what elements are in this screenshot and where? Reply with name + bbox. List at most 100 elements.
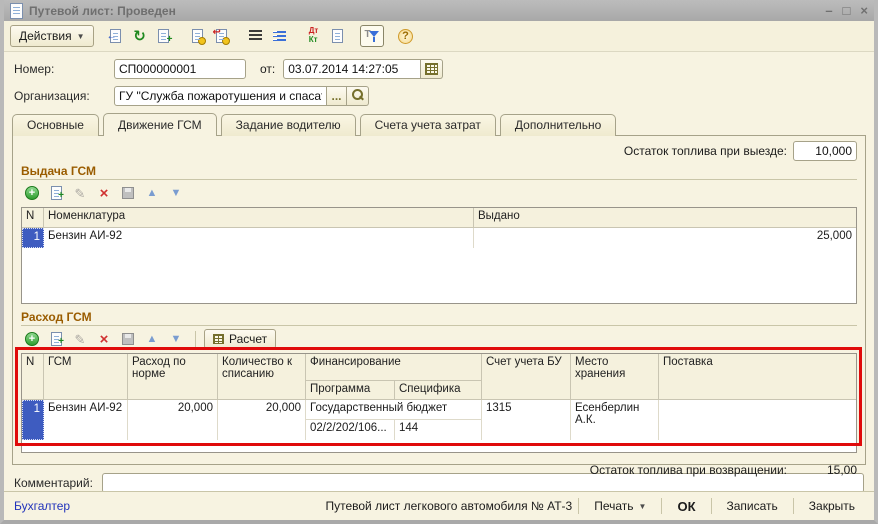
save-button[interactable]: Записать	[718, 499, 787, 513]
tab-osnovnye[interactable]: Основные	[12, 114, 99, 136]
issue-move-up-button[interactable]: ▲	[141, 183, 163, 203]
col-header-rate: Расход по норме	[128, 354, 218, 400]
print-button[interactable]: Печать ▼	[585, 499, 655, 513]
arrow-up-icon: ▲	[147, 334, 158, 345]
dt-kt-button[interactable]: Дт Кт	[302, 25, 326, 47]
delete-icon: ×	[100, 332, 109, 347]
plus-icon: +	[58, 191, 64, 201]
actions-label: Действия	[19, 29, 72, 43]
minimize-button[interactable]: –	[825, 4, 832, 17]
col-header-specifics: Специфика	[395, 381, 482, 400]
expense-copy-button[interactable]: +	[45, 329, 67, 349]
close-window-button[interactable]: Закрыть	[800, 499, 864, 513]
refresh-icon: ↻	[133, 29, 146, 44]
report-document-icon	[332, 29, 343, 43]
expense-edit-button[interactable]: ✎	[69, 329, 91, 349]
expense-move-down-button[interactable]: ▼	[165, 329, 187, 349]
search-icon	[351, 89, 364, 102]
organization-select-button[interactable]: ...	[327, 86, 347, 106]
tab-scheta-ucheta-zatrat[interactable]: Счета учета затрат	[360, 114, 496, 136]
coin-icon	[222, 37, 230, 45]
add-icon: +	[25, 186, 39, 200]
row-number-cell[interactable]: 1	[22, 400, 44, 440]
issue-edit-button[interactable]: ✎	[69, 183, 91, 203]
expense-end-edit-button[interactable]	[117, 329, 139, 349]
expense-move-up-button[interactable]: ▲	[141, 329, 163, 349]
reread-button[interactable]: ←	[104, 25, 128, 47]
cell-gsm[interactable]: Бензин АИ-92	[44, 400, 128, 440]
fuel-out-input[interactable]	[793, 141, 857, 161]
refresh-button[interactable]: ↻	[128, 25, 152, 47]
ok-button[interactable]: ОК	[668, 499, 704, 514]
cell-issued[interactable]: 25,000	[474, 228, 856, 248]
chevron-down-icon: ▼	[77, 32, 85, 41]
debit-credit-icon: Дт Кт	[309, 27, 319, 45]
issue-add-button[interactable]: +	[21, 183, 43, 203]
filter-funnel-icon: Т	[365, 29, 379, 43]
fuel-out-label: Остаток топлива при выезде:	[624, 144, 787, 158]
expense-delete-button[interactable]: ×	[93, 329, 115, 349]
organization-open-button[interactable]	[347, 86, 369, 106]
issue-table[interactable]: N Номенклатура Выдано 1 Бензин АИ-92 25,…	[21, 207, 857, 304]
issue-move-down-button[interactable]: ▼	[165, 183, 187, 203]
cell-writeoff[interactable]: 20,000	[218, 400, 306, 440]
ellipsis-icon: ...	[331, 89, 341, 103]
footer-bar: Бухгалтер Путевой лист легкового автомоб…	[4, 491, 874, 520]
cell-delivery[interactable]	[659, 400, 856, 440]
cell-nomenclature[interactable]: Бензин АИ-92	[44, 228, 474, 248]
checkbox-list-icon	[273, 31, 286, 42]
close-button[interactable]: ×	[860, 4, 868, 17]
help-icon: ?	[398, 29, 413, 44]
issue-toolbar: + + ✎ × ▲ ▼	[21, 181, 857, 205]
issue-section-title: Выдача ГСМ	[21, 164, 857, 180]
number-label: Номер:	[14, 62, 114, 76]
set-flags-button[interactable]	[268, 25, 292, 47]
calendar-button[interactable]	[421, 59, 443, 79]
number-input[interactable]	[114, 59, 246, 79]
arrow-down-icon: ▼	[171, 188, 182, 199]
cell-rate[interactable]: 20,000	[128, 400, 218, 440]
calendar-icon	[425, 63, 438, 75]
document-icon	[192, 29, 203, 43]
tab-panel-dvizhenie-gsm: Остаток топлива при выезде: Выдача ГСМ +…	[12, 135, 866, 465]
issue-delete-button[interactable]: ×	[93, 183, 115, 203]
expense-section-title: Расход ГСМ	[21, 310, 857, 326]
help-button[interactable]: ?	[394, 25, 418, 47]
chevron-down-icon: ▼	[639, 502, 647, 511]
go-to-button[interactable]: Т	[360, 25, 384, 47]
row-number-cell[interactable]: 1	[22, 228, 44, 248]
journal-button[interactable]	[326, 25, 350, 47]
organization-label: Организация:	[14, 89, 114, 103]
fuel-return-label: Остаток топлива при возвращении:	[590, 463, 787, 477]
tab-dvizhenie-gsm[interactable]: Движение ГСМ	[103, 113, 217, 136]
plus-icon: +	[167, 35, 173, 45]
cell-program-code[interactable]: 02/2/202/106...	[306, 420, 395, 440]
post-document-button[interactable]	[186, 25, 210, 47]
cell-specifics[interactable]: 144	[395, 420, 482, 440]
maximize-button[interactable]: □	[843, 4, 851, 17]
cell-budget[interactable]: Государственный бюджет	[306, 400, 482, 420]
structure-button[interactable]	[244, 25, 268, 47]
col-header-n: N	[22, 354, 44, 400]
separator	[661, 498, 662, 514]
calc-button[interactable]: Расчет	[204, 329, 276, 349]
date-input[interactable]	[283, 59, 421, 79]
actions-menu-button[interactable]: Действия ▼	[10, 25, 94, 47]
table-empty-area	[22, 248, 856, 303]
responsible-link[interactable]: Бухгалтер	[14, 499, 70, 513]
issue-end-edit-button[interactable]	[117, 183, 139, 203]
issue-copy-button[interactable]: +	[45, 183, 67, 203]
unpost-document-button[interactable]: ↩	[210, 25, 234, 47]
expense-toolbar: + + ✎ × ▲ ▼ Расчет	[21, 327, 857, 351]
tab-dopolnitelno[interactable]: Дополнительно	[500, 114, 616, 136]
expense-add-button[interactable]: +	[21, 329, 43, 349]
cell-account[interactable]: 1315	[482, 400, 571, 440]
tab-zadanie-voditelyu[interactable]: Задание водителю	[221, 114, 356, 136]
organization-input[interactable]	[114, 86, 327, 106]
delete-icon: ×	[100, 186, 109, 201]
col-header-writeoff: Количество к списанию	[218, 354, 306, 400]
plus-icon: +	[58, 337, 64, 347]
copy-button[interactable]: +	[152, 25, 176, 47]
cell-storage[interactable]: Есенберлин А.К.	[571, 400, 659, 440]
expense-table[interactable]: N ГСМ Расход по норме Количество к списа…	[21, 353, 857, 453]
